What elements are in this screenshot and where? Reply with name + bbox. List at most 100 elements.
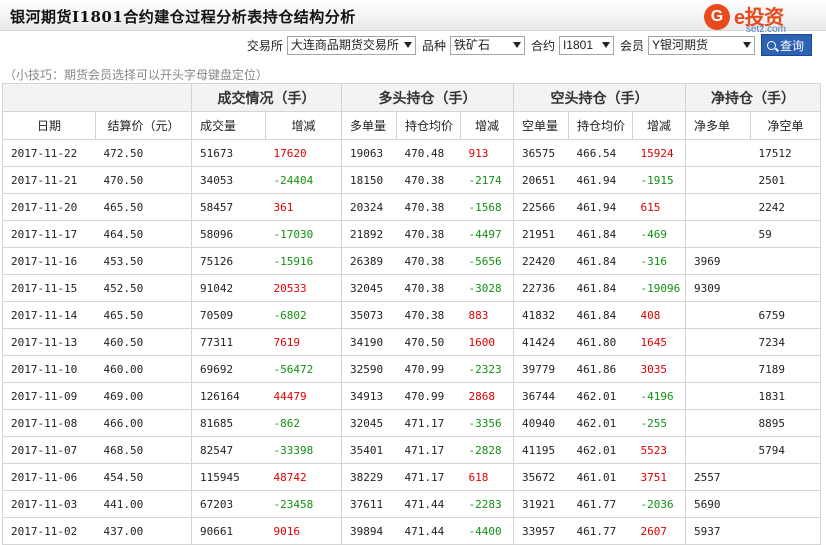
cell-volume: 58096 xyxy=(191,220,266,248)
member-select[interactable]: Y银河期货 xyxy=(647,35,755,55)
cell-volume: 77311 xyxy=(191,328,266,356)
cell-long-qty: 32590 xyxy=(341,355,397,383)
cell-short-avg: 461.84 xyxy=(568,274,633,302)
table-row: 2017-11-09 469.00 126164 44479 34913 470.99 28… xyxy=(2,382,821,410)
cell-date: 2017-11-10 xyxy=(2,355,96,383)
cell-net-long xyxy=(685,301,751,329)
cell-volume: 115945 xyxy=(191,463,266,491)
cell-net-long xyxy=(685,220,751,248)
cell-short-change: 15924 xyxy=(632,139,686,167)
position-table: 成交情况（手） 多头持仓（手） 空头持仓（手） 净持仓（手） 日期 结算价（元）… xyxy=(2,83,821,545)
product-select[interactable]: 铁矿石 xyxy=(449,35,525,55)
cell-long-change: -2174 xyxy=(460,166,514,194)
cell-volume: 90661 xyxy=(191,517,266,545)
cell-short-avg: 461.84 xyxy=(568,247,633,275)
table-row: 2017-11-13 460.50 77311 7619 34190 470.50 1600… xyxy=(2,328,821,356)
col-header-short-avg: 持仓均价 xyxy=(568,111,633,140)
cell-date: 2017-11-03 xyxy=(2,490,96,518)
chevron-down-icon xyxy=(601,41,610,48)
cell-short-change: 3035 xyxy=(632,355,686,383)
cell-short-change: -1915 xyxy=(632,166,686,194)
cell-net-long xyxy=(685,193,751,221)
cell-short-change: 1645 xyxy=(632,328,686,356)
cell-settle: 465.50 xyxy=(95,301,192,329)
cell-net-short: 1831 xyxy=(750,382,821,410)
cell-long-qty: 32045 xyxy=(341,409,397,437)
col-header-short-change: 增减 xyxy=(632,111,686,140)
cell-long-avg: 471.17 xyxy=(396,436,461,464)
cell-short-qty: 22420 xyxy=(513,247,569,275)
table-row: 2017-11-20 465.50 58457 361 20324 470.38 -1568… xyxy=(2,193,821,221)
table-row: 2017-11-21 470.50 34053 -24404 18150 470.38 -2… xyxy=(2,166,821,194)
cell-short-avg: 462.01 xyxy=(568,382,633,410)
cell-long-change: -2323 xyxy=(460,355,514,383)
table-group-header: 成交情况（手） 多头持仓（手） 空头持仓（手） 净持仓（手） xyxy=(2,83,821,112)
cell-short-avg: 466.54 xyxy=(568,139,633,167)
col-header-date: 日期 xyxy=(2,111,96,140)
exchange-select-value: 大连商品期货交易所 xyxy=(290,37,399,52)
col-header-volume: 成交量 xyxy=(191,111,266,140)
cell-long-qty: 34190 xyxy=(341,328,397,356)
exchange-select[interactable]: 大连商品期货交易所 xyxy=(286,35,416,55)
cell-volume-change: -17030 xyxy=(265,220,342,248)
cell-short-qty: 39779 xyxy=(513,355,569,383)
cell-short-avg: 461.80 xyxy=(568,328,633,356)
cell-net-short: 6759 xyxy=(750,301,821,329)
table-row: 2017-11-16 453.50 75126 -15916 26389 470.38 -5… xyxy=(2,247,821,275)
table-row: 2017-11-22 472.50 51673 17620 19063 470.48 913… xyxy=(2,139,821,167)
cell-short-avg: 461.77 xyxy=(568,517,633,545)
title-bar: 银河期货I1801合约建仓过程分析表持仓结构分析 G e投资 setz.com xyxy=(0,0,826,35)
cell-volume-change: 9016 xyxy=(265,517,342,545)
cell-net-short: 2242 xyxy=(750,193,821,221)
table-row: 2017-11-06 454.50 115945 48742 38229 471.17 61… xyxy=(2,463,821,491)
cell-short-qty: 22566 xyxy=(513,193,569,221)
cell-short-avg: 461.84 xyxy=(568,220,633,248)
cell-long-avg: 470.38 xyxy=(396,220,461,248)
cell-volume-change: 361 xyxy=(265,193,342,221)
cell-settle: 469.00 xyxy=(95,382,192,410)
cell-long-avg: 471.44 xyxy=(396,490,461,518)
cell-net-long xyxy=(685,409,751,437)
cell-short-avg: 461.77 xyxy=(568,490,633,518)
table-row: 2017-11-02 437.00 90661 9016 39894 471.44 -440… xyxy=(2,517,821,545)
cell-long-change: -3356 xyxy=(460,409,514,437)
cell-settle: 454.50 xyxy=(95,463,192,491)
cell-short-change: 5523 xyxy=(632,436,686,464)
contract-select[interactable]: I1801 xyxy=(558,35,614,55)
cell-long-qty: 32045 xyxy=(341,274,397,302)
cell-volume-change: -24404 xyxy=(265,166,342,194)
cell-volume-change: -56472 xyxy=(265,355,342,383)
chevron-down-icon xyxy=(742,41,751,48)
cell-long-qty: 37611 xyxy=(341,490,397,518)
cell-long-change: -1568 xyxy=(460,193,514,221)
cell-short-qty: 33957 xyxy=(513,517,569,545)
cell-date: 2017-11-08 xyxy=(2,409,96,437)
cell-long-avg: 470.38 xyxy=(396,301,461,329)
table-row: 2017-11-10 460.00 69692 -56472 32590 470.99 -2… xyxy=(2,355,821,383)
cell-date: 2017-11-14 xyxy=(2,301,96,329)
site-logo[interactable]: G e投资 setz.com xyxy=(704,2,820,36)
cell-short-qty: 41195 xyxy=(513,436,569,464)
cell-short-qty: 20651 xyxy=(513,166,569,194)
cell-net-long xyxy=(685,166,751,194)
cell-short-avg: 461.84 xyxy=(568,301,633,329)
cell-date: 2017-11-09 xyxy=(2,382,96,410)
cell-long-change: 913 xyxy=(460,139,514,167)
cell-net-long xyxy=(685,436,751,464)
table-column-header: 日期 结算价（元） 成交量 增减 多单量 持仓均价 增减 空单量 持仓均价 增减… xyxy=(2,111,821,140)
cell-volume: 91042 xyxy=(191,274,266,302)
cell-volume-change: 17620 xyxy=(265,139,342,167)
cell-volume: 69692 xyxy=(191,355,266,383)
cell-settle: 470.50 xyxy=(95,166,192,194)
product-select-value: 铁矿石 xyxy=(453,37,490,52)
cell-volume: 34053 xyxy=(191,166,266,194)
cell-settle: 465.50 xyxy=(95,193,192,221)
cell-volume-change: -23458 xyxy=(265,490,342,518)
cell-long-change: -2828 xyxy=(460,436,514,464)
cell-long-avg: 470.38 xyxy=(396,166,461,194)
cell-short-change: 615 xyxy=(632,193,686,221)
cell-short-qty: 41832 xyxy=(513,301,569,329)
cell-long-qty: 34913 xyxy=(341,382,397,410)
chevron-down-icon xyxy=(403,41,412,48)
query-button[interactable]: 查询 xyxy=(760,34,812,56)
